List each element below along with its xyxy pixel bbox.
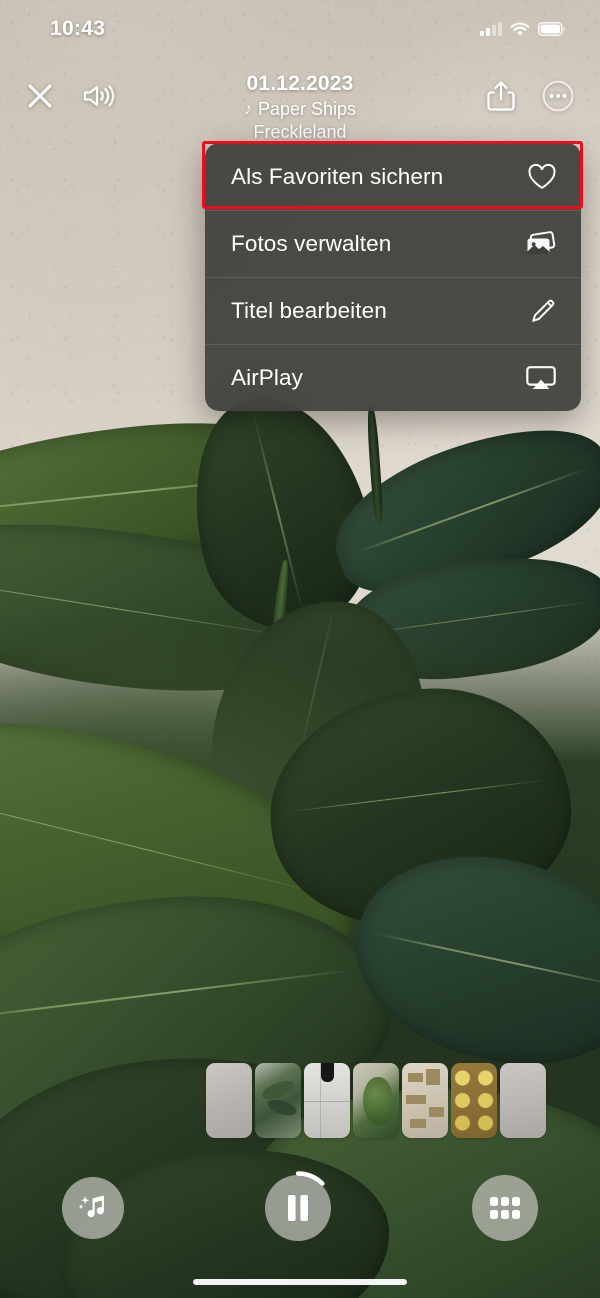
play-pause-button[interactable] bbox=[265, 1171, 331, 1241]
share-icon[interactable] bbox=[486, 80, 516, 112]
thumbnail-5[interactable] bbox=[402, 1063, 448, 1138]
thumbnail-4[interactable] bbox=[353, 1063, 399, 1138]
menu-item-manage-photos[interactable]: Fotos verwalten bbox=[205, 210, 581, 277]
thumbnail-3[interactable] bbox=[304, 1063, 350, 1138]
playback-controls bbox=[0, 1167, 600, 1249]
menu-item-favorite[interactable]: Als Favoriten sichern bbox=[205, 143, 581, 210]
pause-icon bbox=[285, 1193, 311, 1223]
more-ellipsis-circle-icon[interactable] bbox=[542, 80, 574, 112]
top-bar: 01.12.2023 ♪ Paper Ships Freckleland bbox=[0, 62, 600, 142]
thumbnail-strip bbox=[206, 1063, 546, 1138]
thumbnail-1[interactable] bbox=[206, 1063, 252, 1138]
grid-apps-icon bbox=[490, 1197, 520, 1219]
thumbnail-2[interactable] bbox=[255, 1063, 301, 1138]
music-note-sparkle-icon bbox=[77, 1192, 109, 1224]
menu-item-label: Als Favoriten sichern bbox=[231, 163, 444, 189]
phone-screen: 10:43 01.12.2023 ♪ Paper Ships Frecklela… bbox=[0, 0, 600, 1298]
heart-icon bbox=[527, 163, 557, 191]
pencil-icon bbox=[529, 297, 557, 325]
thumbnail-6[interactable] bbox=[451, 1063, 497, 1138]
status-bar: 10:43 bbox=[0, 0, 600, 58]
battery-full-icon bbox=[538, 22, 566, 36]
music-note-icon: ♪ bbox=[243, 100, 252, 118]
menu-item-airplay[interactable]: AirPlay bbox=[205, 344, 581, 411]
photos-stack-icon bbox=[525, 230, 557, 258]
speaker-volume-icon[interactable] bbox=[82, 82, 116, 110]
menu-item-edit-title[interactable]: Titel bearbeiten bbox=[205, 277, 581, 344]
wifi-icon bbox=[510, 22, 530, 37]
thumbnail-7[interactable] bbox=[500, 1063, 546, 1138]
status-icons bbox=[480, 22, 572, 37]
song-title: Paper Ships bbox=[257, 99, 357, 119]
top-bar-left bbox=[0, 62, 116, 110]
top-bar-right bbox=[486, 62, 600, 112]
home-indicator-bar[interactable] bbox=[193, 1279, 407, 1285]
context-menu: Als Favoriten sichern Fotos verwalten Ti… bbox=[205, 143, 581, 411]
menu-item-label: Titel bearbeiten bbox=[231, 297, 387, 323]
close-icon[interactable] bbox=[26, 82, 54, 110]
grid-apps-button[interactable] bbox=[472, 1175, 538, 1241]
status-clock: 10:43 bbox=[50, 17, 106, 40]
menu-item-label: Fotos verwalten bbox=[231, 230, 392, 256]
menu-item-label: AirPlay bbox=[231, 364, 303, 390]
airplay-icon bbox=[525, 364, 557, 392]
music-note-sparkle-icon-button[interactable] bbox=[62, 1177, 124, 1239]
cellular-bars-icon bbox=[480, 22, 502, 36]
